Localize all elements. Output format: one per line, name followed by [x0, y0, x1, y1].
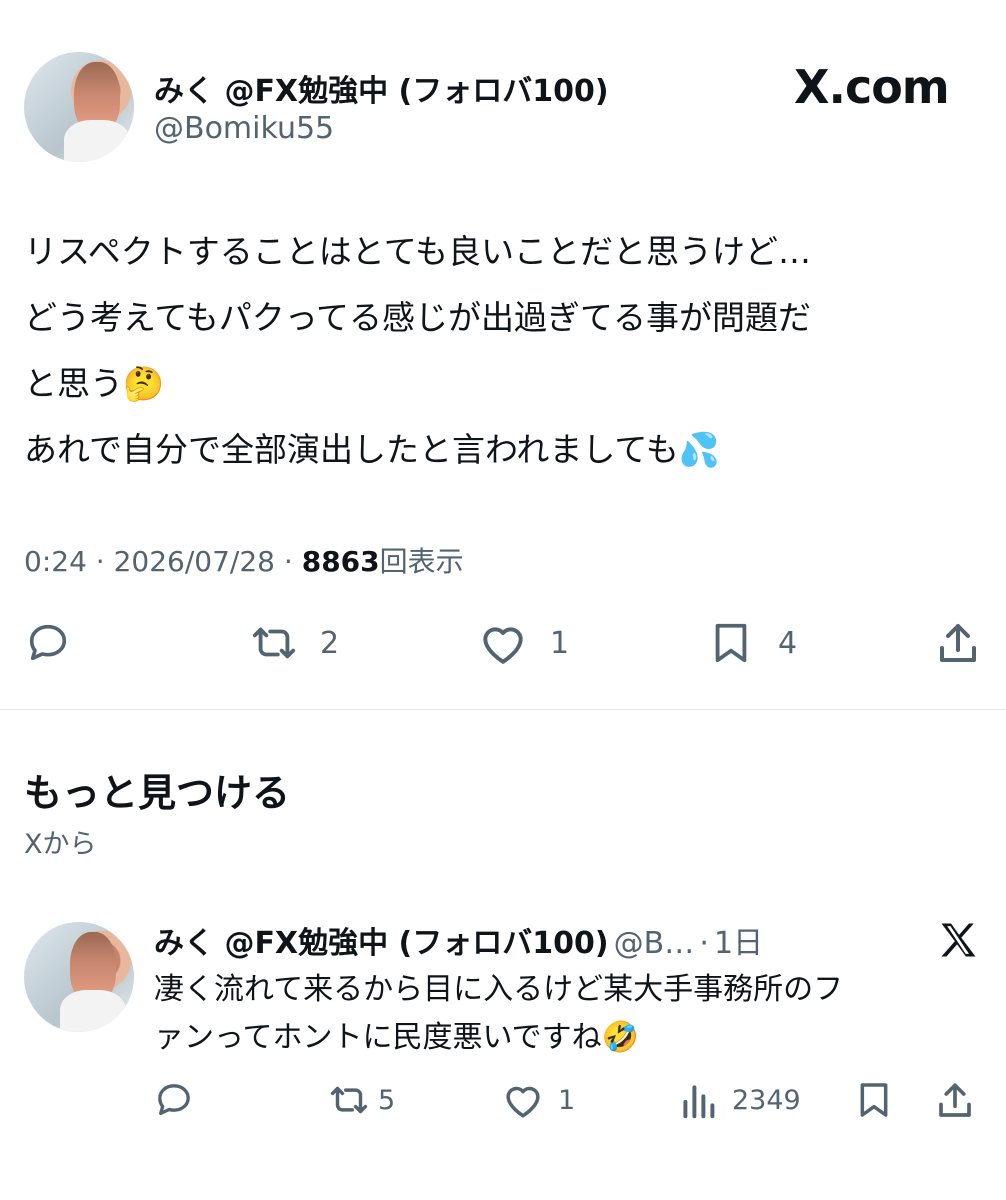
heart-icon — [506, 1086, 540, 1118]
tweet-text: リスペクトすることはとても良いことだと思うけど… どう考えてもパクってる感じが出… — [24, 226, 984, 476]
view-count: 8863 — [301, 545, 380, 578]
bookmark-count: 4 — [778, 625, 798, 661]
author-name[interactable]: みく @FX勉強中 (フォロバ100) — [154, 926, 609, 961]
section-subtitle: Xから — [24, 829, 97, 860]
bar-chart-icon — [683, 1085, 715, 1119]
retweet-count: 5 — [378, 1084, 396, 1116]
views-button[interactable]: 2349 — [680, 1080, 801, 1120]
related-tweet-text: 凄く流れて来るから目に入るけど某大手事務所のフ ァンってホントに民度悪いですね🤣 — [154, 968, 974, 1060]
tweet-line: あれで自分で全部演出したと言われましても💦 — [24, 430, 720, 469]
tweet-line: と思う🤔 — [24, 364, 165, 403]
tweet-time: 0:24 — [24, 545, 87, 578]
meta-separator: · — [699, 926, 709, 961]
tweet-line: どう考えてもパクってる感じが出過ぎてる事が問題だ — [24, 298, 812, 337]
author-name[interactable]: みく @FX勉強中 (フォロバ100) — [154, 66, 609, 110]
author-handle[interactable]: @B… — [614, 926, 695, 961]
section-divider — [0, 709, 1006, 710]
retweet-button[interactable]: 2 — [246, 620, 339, 666]
views-count: 2349 — [732, 1084, 801, 1116]
tweet-line: ァンってホントに民度悪いですね🤣 — [154, 1020, 639, 1055]
tweet-date[interactable]: 2026/07/28 — [114, 545, 275, 578]
author-handle[interactable]: @Bomiku55 — [154, 111, 334, 146]
tweet-meta: 0:24 · 2026/07/28 · 8863回表示 — [24, 540, 464, 580]
heart-icon — [483, 627, 523, 664]
avatar[interactable] — [24, 922, 134, 1032]
share-icon — [939, 1083, 971, 1117]
share-button[interactable] — [934, 620, 982, 668]
reply-button[interactable] — [24, 620, 72, 666]
meta-separator: · — [95, 545, 105, 578]
view-count-label: 回表示 — [379, 545, 464, 578]
tweet-line: リスペクトすることはとても良いことだと思うけど… — [24, 232, 812, 271]
like-button[interactable]: 1 — [478, 620, 569, 666]
post-age[interactable]: 1日 — [714, 926, 763, 961]
retweet-button[interactable]: 5 — [326, 1080, 395, 1120]
retweet-icon — [252, 627, 296, 659]
brand-label: X.com — [794, 60, 950, 114]
bookmark-button[interactable]: 4 — [708, 620, 797, 666]
retweet-icon — [330, 1086, 368, 1114]
retweet-count: 2 — [320, 625, 340, 661]
reply-icon — [29, 624, 67, 661]
section-title: もっと見つける — [24, 771, 291, 815]
reply-icon — [158, 1084, 190, 1115]
like-count: 1 — [550, 625, 570, 661]
tweet-line: 凄く流れて来るから目に入るけど某大手事務所のフ — [154, 972, 844, 1007]
like-button[interactable]: 1 — [502, 1080, 575, 1120]
bookmark-button[interactable] — [854, 1080, 894, 1120]
related-header: みく @FX勉強中 (フォロバ100) @B… · 1日 — [154, 918, 763, 962]
bookmark-icon — [860, 1083, 888, 1117]
like-count: 1 — [558, 1084, 576, 1116]
share-icon — [940, 624, 976, 662]
reply-button[interactable] — [154, 1080, 194, 1120]
share-button[interactable] — [934, 1080, 976, 1122]
avatar[interactable] — [24, 52, 134, 162]
meta-separator: · — [283, 545, 293, 578]
x-logo-icon[interactable] — [936, 918, 980, 962]
bookmark-icon — [715, 623, 747, 663]
